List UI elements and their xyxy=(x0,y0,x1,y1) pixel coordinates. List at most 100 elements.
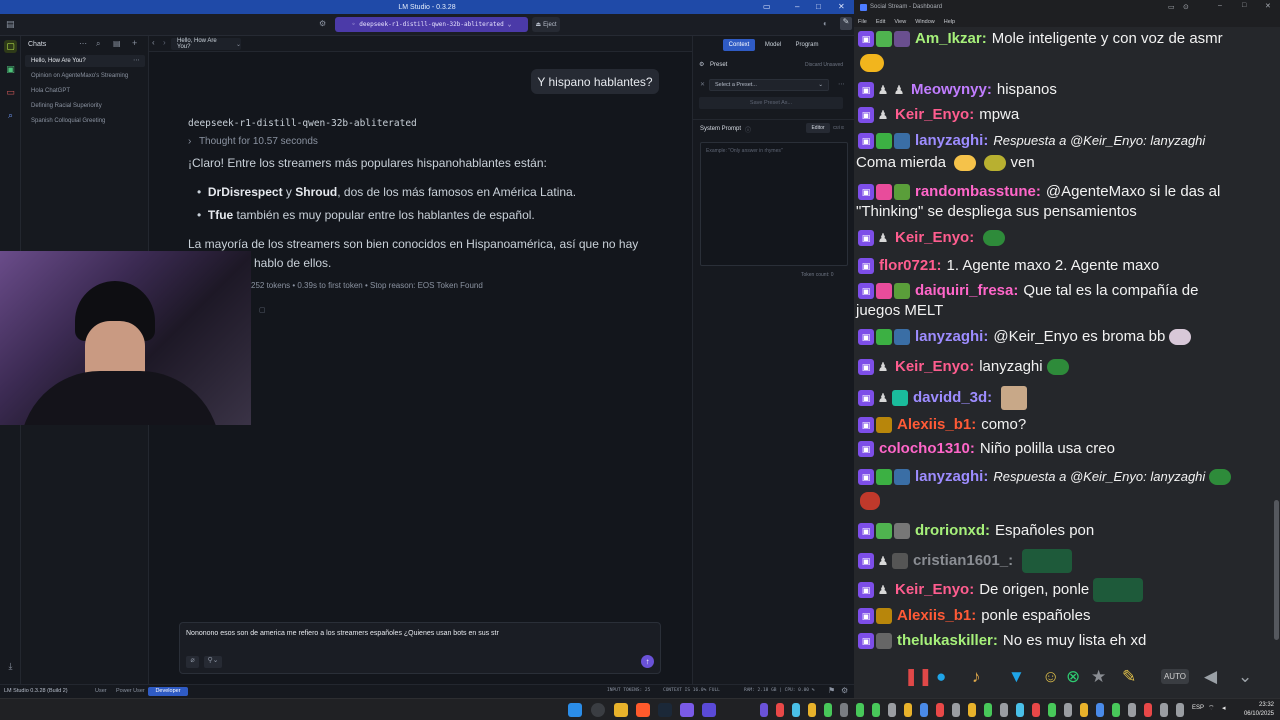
auto-button[interactable]: AUTO xyxy=(1161,669,1189,684)
bug-icon[interactable]: ⚑ xyxy=(828,686,835,695)
save-preset-button[interactable]: Save Preset As... xyxy=(699,97,843,109)
search-icon[interactable]: ⌕ xyxy=(96,39,100,49)
folder-add-icon[interactable]: ▤ xyxy=(113,39,121,48)
filter-icon[interactable]: ▼ xyxy=(1008,667,1025,687)
tray-icon[interactable] xyxy=(1144,703,1152,717)
chat-username[interactable]: Keir_Enyo: xyxy=(895,228,974,248)
pause-icon[interactable]: ❚❚ xyxy=(904,667,933,687)
close-icon[interactable]: ✕ xyxy=(1265,2,1271,10)
search-icon[interactable]: ⌕ xyxy=(4,109,17,122)
tray-icon[interactable] xyxy=(840,703,848,717)
message-composer[interactable]: Nononono esos son de america me refiero … xyxy=(179,622,661,674)
more-icon[interactable]: ⋯ xyxy=(838,80,845,88)
clear-preset-icon[interactable]: ✕ xyxy=(700,81,705,88)
maximize-icon[interactable]: □ xyxy=(816,2,821,11)
file-explorer-icon[interactable] xyxy=(614,703,628,717)
pin-icon[interactable]: ⊙ xyxy=(1183,3,1189,11)
broom-icon[interactable]: ✎ xyxy=(1122,667,1136,687)
preset-select[interactable]: Select a Preset... ⌄ xyxy=(709,79,829,91)
chat-item-more-icon[interactable]: ⋯ xyxy=(133,56,140,64)
chat-username[interactable]: Keir_Enyo: xyxy=(895,357,974,377)
minimize-icon[interactable]: – xyxy=(795,2,799,11)
tray-icon[interactable] xyxy=(776,703,784,717)
tray-icon[interactable] xyxy=(1096,703,1104,717)
network-icon[interactable]: ⌔ xyxy=(1208,704,1215,713)
tray-icon[interactable] xyxy=(1048,703,1056,717)
chat-username[interactable]: Keir_Enyo: xyxy=(895,105,974,125)
chat-username[interactable]: colocho1310: xyxy=(879,439,975,459)
settings-icon[interactable]: ⚙ xyxy=(319,19,326,28)
tray-icon[interactable] xyxy=(968,703,976,717)
send-button[interactable]: ↑ xyxy=(641,655,654,668)
menu-edit[interactable]: Edit xyxy=(876,19,885,25)
tray-icon[interactable] xyxy=(1064,703,1072,717)
tray-icon[interactable] xyxy=(888,703,896,717)
download-icon[interactable]: ⤓ xyxy=(4,660,17,673)
chat-username[interactable]: davidd_3d: xyxy=(913,388,992,408)
tray-icon[interactable] xyxy=(1000,703,1008,717)
chat-item[interactable]: Spanish Colloquial Greeting xyxy=(31,118,105,124)
brave-icon[interactable] xyxy=(636,703,650,717)
tray-icon[interactable] xyxy=(1080,703,1088,717)
chat-username[interactable]: thelukaskiller: xyxy=(897,631,998,651)
start-icon[interactable] xyxy=(568,703,582,717)
tab-model[interactable]: Model xyxy=(759,39,787,51)
new-chat-icon[interactable]: + xyxy=(132,38,137,48)
tray-icon[interactable] xyxy=(904,703,912,717)
system-prompt-input[interactable]: Example: "Only answer in rhymes" xyxy=(700,142,848,266)
menu-window[interactable]: Window xyxy=(915,19,935,25)
xbox-icon[interactable]: ⊗ xyxy=(1066,667,1080,687)
chevron-right-icon[interactable]: › xyxy=(163,38,166,47)
language-indicator[interactable]: ESP xyxy=(1192,705,1204,711)
tray-icon[interactable] xyxy=(824,703,832,717)
chat-username[interactable]: Alexiis_b1: xyxy=(897,415,976,435)
mode-developer[interactable]: Developer xyxy=(148,687,188,696)
terminal-icon[interactable]: ▣ xyxy=(4,63,17,76)
tray-icon[interactable] xyxy=(872,703,880,717)
search-icon[interactable] xyxy=(591,703,605,717)
tray-icon[interactable] xyxy=(808,703,816,717)
chevron-left-icon[interactable]: ‹ xyxy=(152,38,155,47)
bell-icon[interactable]: ♪ xyxy=(972,667,981,687)
chat-username[interactable]: drorionxd: xyxy=(915,521,990,541)
chat-item[interactable]: Opinion on AgenteMaxo's Streaming xyxy=(31,73,128,79)
maximize-icon[interactable]: □ xyxy=(1242,2,1246,9)
chat-item[interactable]: Hola ChatGPT xyxy=(31,88,70,94)
close-icon[interactable]: ✕ xyxy=(838,2,845,11)
eject-button[interactable]: ⏏ Eject xyxy=(532,17,560,32)
steam-icon[interactable] xyxy=(658,703,672,717)
tray-icon[interactable] xyxy=(1032,703,1040,717)
chat-username[interactable]: Meowynyy: xyxy=(911,80,992,100)
minimize-icon[interactable]: – xyxy=(1218,2,1222,9)
tray-icon[interactable] xyxy=(1016,703,1024,717)
tray-icon[interactable] xyxy=(952,703,960,717)
attach-icon[interactable]: ⌀ xyxy=(186,656,199,668)
chat-username[interactable]: lanyzaghi: xyxy=(915,131,988,151)
more-icon[interactable]: ⋯ xyxy=(79,39,87,48)
sidebar-toggle-icon[interactable]: ▤ xyxy=(6,19,15,30)
wrench-icon[interactable]: ✎ xyxy=(840,17,852,30)
tray-icon[interactable] xyxy=(856,703,864,717)
chat-bubble-icon[interactable]: ● xyxy=(936,667,946,687)
clock[interactable]: 23:32 06/10/2025 xyxy=(1244,701,1274,719)
chat-username[interactable]: lanyzaghi: xyxy=(915,327,988,347)
chat-username[interactable]: flor0721: xyxy=(879,256,942,276)
mode-power-user[interactable]: Power User xyxy=(116,688,145,694)
tray-icon[interactable] xyxy=(792,703,800,717)
tray-icon[interactable] xyxy=(1112,703,1120,717)
chat-item[interactable]: Defining Racial Superiority xyxy=(31,103,102,109)
lm-studio-icon[interactable] xyxy=(702,703,716,717)
chat-username[interactable]: lanyzaghi: xyxy=(915,467,988,487)
menu-help[interactable]: Help xyxy=(944,19,955,25)
model-selector[interactable]: ◦ deepseek-r1-distill-qwen-32b-abliterat… xyxy=(335,17,528,32)
composer-input[interactable]: Nononono esos son de america me refiero … xyxy=(186,630,499,637)
tray-icon[interactable] xyxy=(920,703,928,717)
chat-username[interactable]: daiquiri_fresa: xyxy=(915,281,1018,301)
obs-icon[interactable] xyxy=(680,703,694,717)
tab-context[interactable]: Context xyxy=(723,39,755,51)
chat-username[interactable]: Am_Ikzar: xyxy=(915,29,987,49)
chat-username[interactable]: Alexiis_b1: xyxy=(897,606,976,626)
discard-unsaved[interactable]: Discard Unsaved xyxy=(805,62,843,68)
window-icon[interactable]: ▭ xyxy=(763,2,771,11)
chat-username[interactable]: Keir_Enyo: xyxy=(895,580,974,600)
